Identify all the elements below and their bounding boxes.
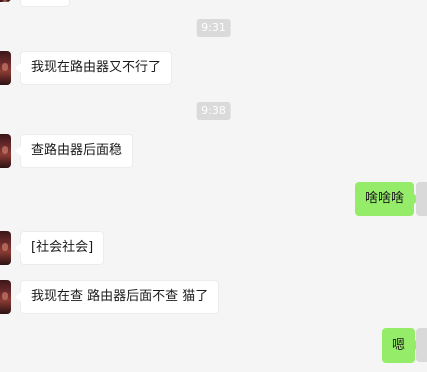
timestamp-divider: 9:38 <box>196 102 231 120</box>
my-avatar[interactable] <box>416 328 427 362</box>
incoming-message-bubble[interactable]: 我现在查 路由器后面不查 猫了 <box>14 280 220 314</box>
contact-avatar[interactable] <box>0 280 11 314</box>
contact-avatar[interactable] <box>0 134 11 168</box>
contact-avatar[interactable] <box>0 0 11 2</box>
incoming-message-bubble[interactable]: 查路由器后面稳 <box>14 134 134 168</box>
timestamp-divider: 9:31 <box>196 19 231 37</box>
chat-message-area[interactable]: 9:31 我现在路由器又不行了 9:38 查路由器后面稳 啥啥啥 [社会社会] … <box>0 0 427 372</box>
outgoing-message-bubble[interactable]: 啥啥啥 <box>354 182 421 216</box>
my-avatar[interactable] <box>416 182 427 216</box>
contact-avatar[interactable] <box>0 231 11 265</box>
incoming-message-bubble[interactable]: 我现在路由器又不行了 <box>14 51 173 85</box>
message-bubble-partial <box>20 0 70 7</box>
contact-avatar[interactable] <box>0 51 11 85</box>
outgoing-message-bubble[interactable]: 嗯 <box>381 328 422 363</box>
incoming-message-bubble[interactable]: [社会社会] <box>14 231 105 265</box>
